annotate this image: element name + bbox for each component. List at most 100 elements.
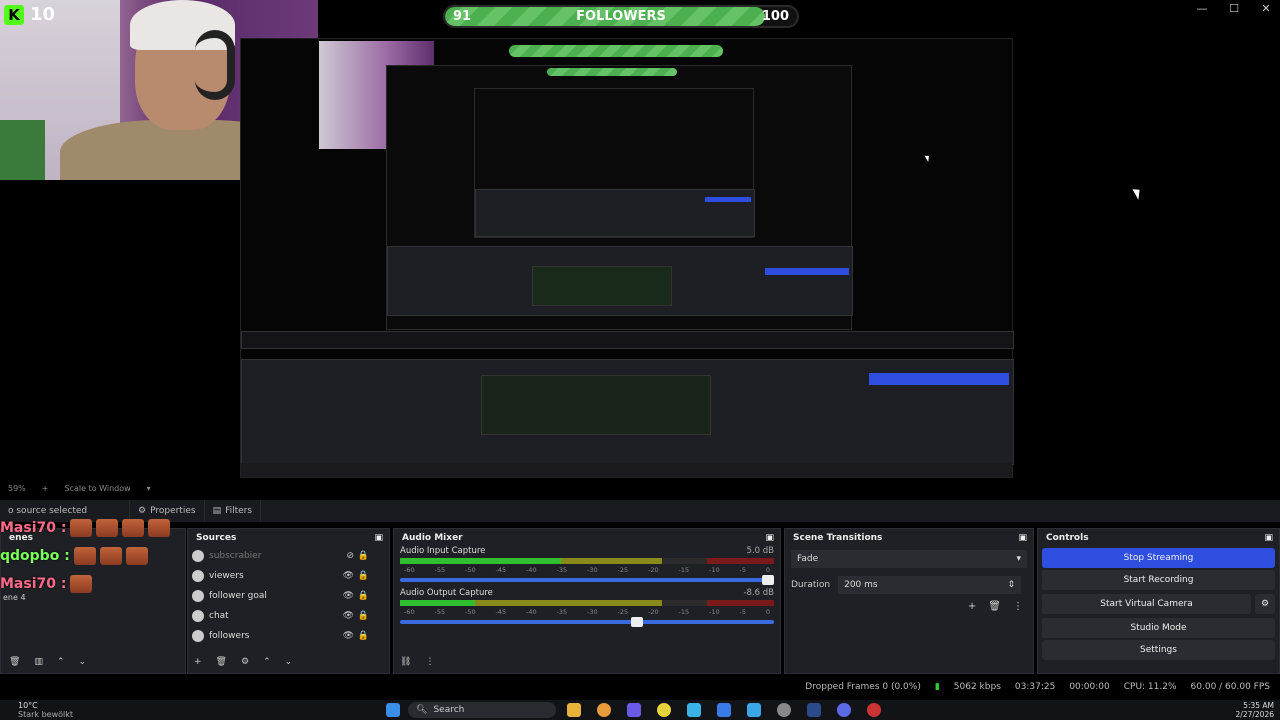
add-source-icon[interactable]: + [194,657,202,667]
filters-tab-label: Filters [225,506,253,516]
dock-undock-icon[interactable]: ▣ [1018,533,1027,543]
chevron-down-icon[interactable]: ▾ [147,484,151,493]
tick-label: -50 [465,566,476,574]
discord-icon[interactable] [837,703,851,717]
file-explorer-icon[interactable] [567,703,581,717]
chat-line: Masi70 : [0,514,195,542]
eye-icon[interactable]: 👁 [343,631,354,641]
scene-filter-icon[interactable]: ▥ [34,657,43,667]
volume-slider[interactable] [400,617,774,627]
remove-source-icon[interactable]: 🗑 [216,657,227,667]
emote-icon [70,519,93,537]
store-icon[interactable] [687,703,701,717]
source-item[interactable]: viewers 👁 🔒 [188,566,389,586]
tick-label: -20 [648,608,659,616]
slider-knob[interactable] [631,617,644,627]
windows-start-icon[interactable] [386,703,400,717]
trash-icon[interactable]: 🗑 [9,657,20,667]
volume-slider[interactable] [400,575,774,585]
source-type-icon [192,610,204,622]
dock-undock-icon[interactable]: ▣ [1264,533,1273,543]
lock-icon[interactable]: 🔒 [358,611,369,621]
transition-select[interactable]: Fade ▾ [791,550,1027,568]
chat-username: Masi70 : [0,520,67,536]
tick-label: -50 [465,608,476,616]
eye-icon[interactable]: 👁 [343,571,354,581]
move-down-icon[interactable]: ⌄ [79,657,87,667]
followers-label: FOLLOWERS [576,9,666,24]
dock-undock-icon[interactable]: ▣ [374,533,383,543]
tick-label: -55 [434,608,446,616]
remove-transition-icon[interactable]: 🗑 [988,601,1001,612]
opera-icon[interactable] [867,703,881,717]
stop-streaming-button[interactable]: Stop Streaming [1042,548,1275,568]
source-item[interactable]: chat 👁 🔒 [188,606,389,626]
more-menu-icon[interactable]: ⋮ [425,657,434,667]
steam-icon[interactable] [807,703,821,717]
tick-label: -10 [709,566,720,574]
obs-window: K 10 91 FOLLOWERS 100 — ☐ ✕ 59% + Scale … [0,0,1280,720]
minimize-button[interactable]: — [1186,2,1218,15]
fps: 60.00 / 60.00 FPS [1190,682,1270,692]
move-down-icon[interactable]: ⌄ [285,657,293,667]
tick-label: -55 [434,566,446,574]
start-virtual-camera-button[interactable]: Start Virtual Camera [1042,594,1251,614]
preview-canvas[interactable] [240,38,1014,478]
volume-meter [400,600,774,606]
teams-icon[interactable] [627,703,641,717]
source-item[interactable]: subscrabier ⊘ 🔒 [188,546,389,566]
source-type-icon [192,570,204,582]
zoom-level[interactable]: 59% [8,484,26,493]
weather-widget[interactable]: 10°C Stark bewölkt [4,701,73,719]
eye-icon[interactable]: 👁 [343,591,354,601]
move-up-icon[interactable]: ⌃ [57,657,65,667]
add-transition-icon[interactable]: + [968,601,976,612]
tick-label: -60 [404,608,415,616]
app2-icon[interactable] [747,703,761,717]
close-button[interactable]: ✕ [1250,2,1280,15]
more-menu-icon[interactable]: ⋮ [1013,601,1023,612]
search-icon: 🔍︎ [416,705,428,715]
app-icon[interactable] [657,703,671,717]
source-label: subscrabier [209,551,262,561]
taskbar-search[interactable]: 🔍︎ Search [408,702,556,718]
move-up-icon[interactable]: ⌃ [263,657,271,667]
lock-icon[interactable]: 🔒 [358,591,369,601]
clock[interactable]: 5:35 AM 2/27/2026 [1236,701,1274,719]
windows-taskbar: 10°C Stark bewölkt 🔍︎ Search 5:35 AM 2/2… [0,700,1280,720]
source-item[interactable]: follower goal 👁 🔒 [188,586,389,606]
lock-icon[interactable]: 🔒 [358,631,369,641]
tick-label: -60 [404,566,415,574]
obs-icon[interactable] [777,703,791,717]
source-settings-icon[interactable]: ⚙ [241,657,249,667]
scale-mode-select[interactable]: Scale to Window [64,484,130,493]
tick-label: -5 [739,566,746,574]
browser-icon[interactable] [597,703,611,717]
maximize-button[interactable]: ☐ [1218,2,1250,15]
eye-hidden-icon[interactable]: ⊘ [346,551,354,561]
chat-line: qdopbo : [0,542,195,570]
chat-line: Masi70 : [0,570,195,598]
edge-icon[interactable] [717,703,731,717]
source-label: follower goal [209,591,267,601]
sources-title: Sources [196,532,237,543]
settings-button[interactable]: Settings [1042,640,1275,660]
stepper-icon: ⇕ [1007,580,1015,590]
link-icon[interactable]: ⛓ [400,657,411,667]
zoom-add-button[interactable]: + [42,484,49,493]
clock-time: 5:35 AM [1243,701,1274,710]
start-recording-button[interactable]: Start Recording [1042,570,1275,590]
studio-mode-button[interactable]: Studio Mode [1042,618,1275,638]
virtual-camera-gear-icon[interactable]: ⚙ [1255,594,1275,614]
dock-undock-icon[interactable]: ▣ [765,533,774,543]
source-item[interactable]: followers 👁 🔒 [188,626,389,646]
lock-icon[interactable]: 🔒 [358,571,369,581]
chat-username: qdopbo : [0,548,70,564]
eye-icon[interactable]: 👁 [343,611,354,621]
slider-knob[interactable] [762,575,774,585]
lock-icon[interactable]: 🔒 [358,551,369,561]
tick-label: -15 [678,608,690,616]
chevron-down-icon: ▾ [1016,554,1021,564]
filters-tab[interactable]: ▤ Filters [205,500,262,522]
duration-input[interactable]: 200 ms ⇕ [838,576,1021,594]
